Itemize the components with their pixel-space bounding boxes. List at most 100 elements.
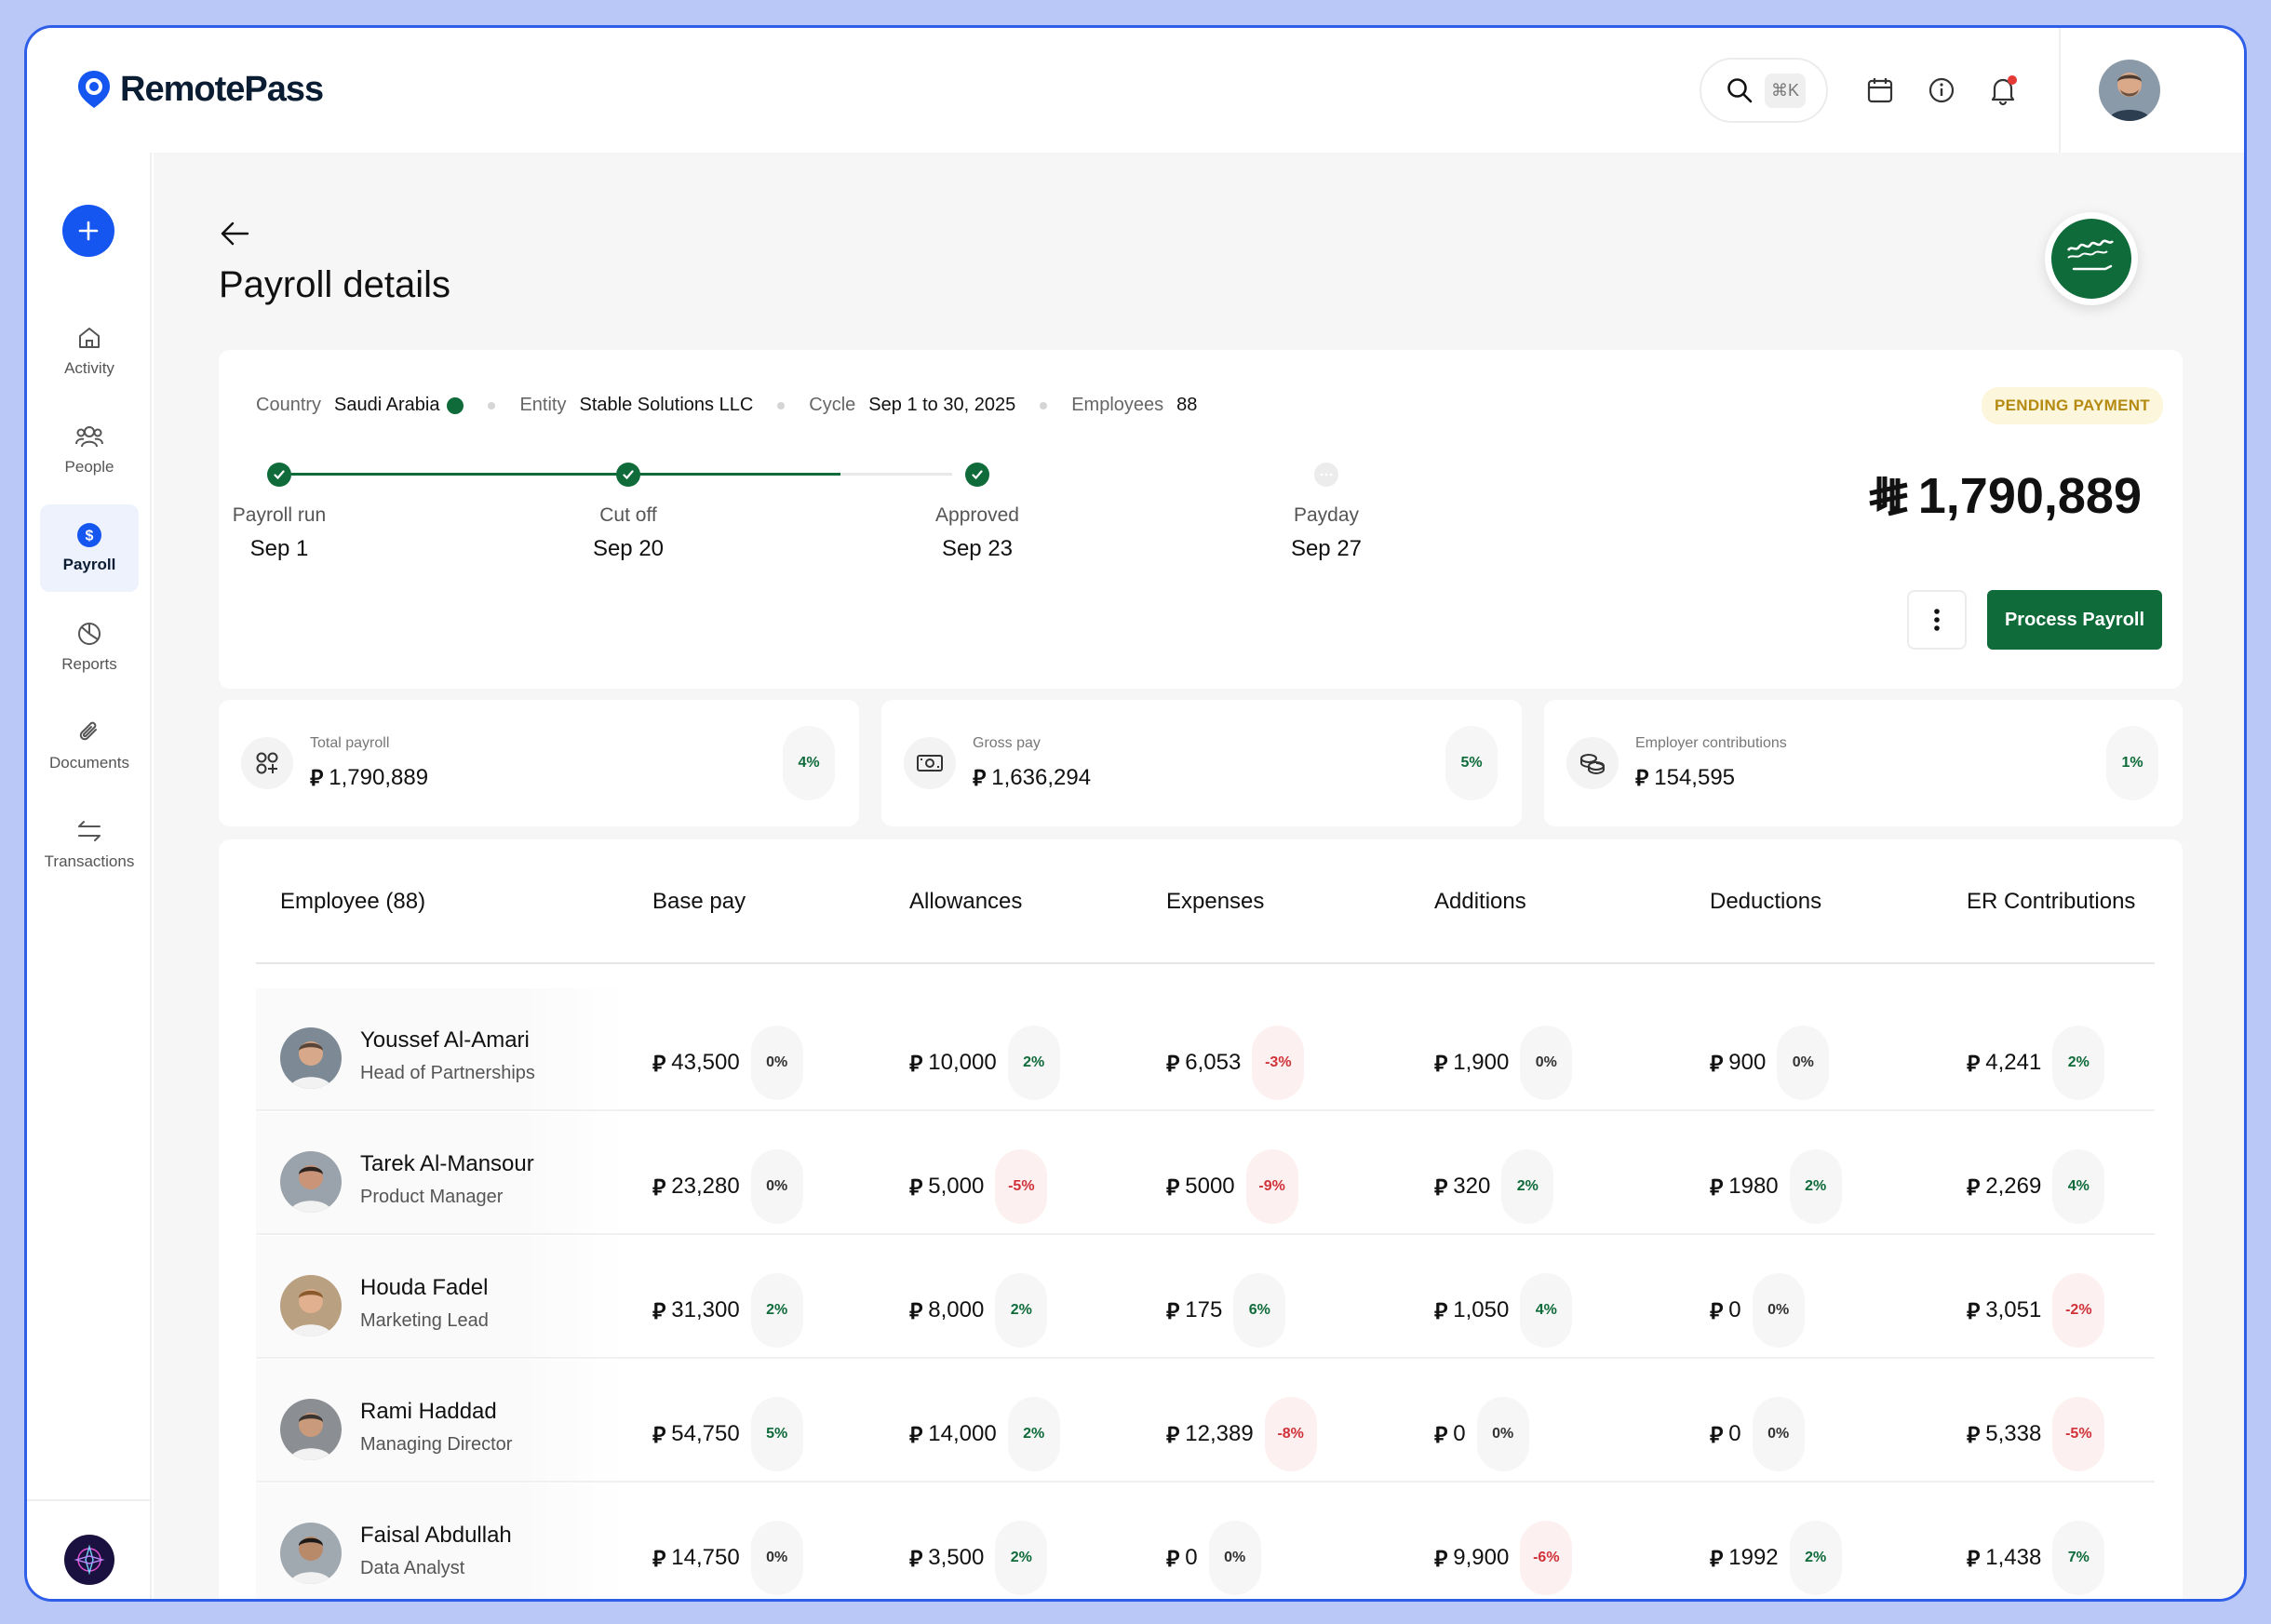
user-avatar-image	[2099, 60, 2160, 121]
cell-amount: ⃁ 8,000	[909, 1296, 984, 1325]
step-date: Sep 20	[592, 536, 665, 561]
column-header-employee[interactable]: Employee (88)	[280, 839, 425, 964]
cell-amount-value: 4,241	[1985, 1050, 2042, 1075]
cell-amount-value: 5,338	[1985, 1421, 2042, 1446]
sidebar-item-transactions[interactable]: Transactions	[40, 800, 139, 888]
riyal-symbol-icon: ⃁	[1710, 1051, 1724, 1077]
column-header-allowances[interactable]: Allowances	[909, 839, 1022, 964]
table-cell: ⃁ 1,900 0%	[1434, 1026, 1573, 1100]
riyal-symbol-icon: ⃁	[1710, 1298, 1724, 1324]
column-header-base-pay[interactable]: Base pay	[652, 839, 746, 964]
table-cell: ⃁ 43,500 0%	[652, 1026, 803, 1100]
column-header-deductions[interactable]: Deductions	[1710, 839, 1821, 964]
change-badge: 2%	[2052, 1026, 2105, 1100]
mini-flag-icon	[447, 396, 464, 414]
table-row[interactable]: Faisal Abdullah Data Analyst ⃁ 14,750 0% ⃁ 3,5…	[256, 1483, 2155, 1599]
column-header-er-contributions[interactable]: ER Contributions	[1967, 839, 2135, 964]
change-badge: 0%	[1476, 1397, 1529, 1471]
app-window: RemotePass ⌘K Activity People $ Payroll …	[24, 25, 2247, 1602]
riyal-symbol-icon: ⃁	[1434, 1546, 1448, 1572]
check-icon	[623, 470, 634, 480]
change-badge: -6%	[1520, 1521, 1573, 1595]
transfer-icon	[78, 821, 101, 841]
employee-role: Product Manager	[360, 1187, 504, 1207]
sidebar-item-people[interactable]: People	[40, 406, 139, 493]
employees-label: Employees	[1071, 395, 1164, 415]
riyal-symbol-icon: ⃁	[1967, 1546, 1981, 1572]
top-header: RemotePass ⌘K	[27, 28, 2244, 153]
workspace-avatar[interactable]	[64, 1535, 114, 1585]
sidebar-item-label: Transactions	[44, 852, 135, 870]
cell-amount-value: 6,053	[1185, 1050, 1242, 1075]
user-avatar[interactable]	[2099, 60, 2160, 121]
table-row[interactable]: Rami Haddad Managing Director ⃁ 54,750 5% ⃁ 14…	[256, 1360, 2155, 1483]
process-payroll-button[interactable]: Process Payroll	[1987, 590, 2162, 650]
cash-icon	[904, 737, 956, 789]
back-button[interactable]	[219, 220, 250, 252]
step-label: Payday	[1293, 504, 1360, 526]
notifications-button[interactable]	[1987, 74, 2019, 106]
step-node-done	[267, 463, 291, 487]
calendar-button[interactable]	[1864, 74, 1896, 106]
step-node-done	[616, 463, 640, 487]
cell-amount: ⃁ 0	[1166, 1544, 1198, 1573]
change-badge: 2%	[995, 1521, 1048, 1595]
search-button[interactable]: ⌘K	[1700, 58, 1828, 123]
table-cell: ⃁ 5000 -9%	[1166, 1149, 1298, 1224]
stat-change-badge: 1%	[2106, 726, 2158, 800]
table-cell: ⃁ 14,000 2%	[909, 1397, 1060, 1471]
table-cell: ⃁ 9,900 -6%	[1434, 1521, 1573, 1595]
cycle-label: Cycle	[809, 395, 856, 415]
cell-amount-value: 14,750	[671, 1545, 740, 1570]
stat-card-gross-pay: Gross pay ⃁ 1,636,294 5%	[881, 700, 1522, 826]
table-row[interactable]: Youssef Al-Amari Head of Partnerships ⃁ 43,…	[256, 988, 2155, 1111]
cell-amount: ⃁ 1,050	[1434, 1296, 1509, 1325]
cell-amount-value: 0	[1728, 1421, 1741, 1446]
brand-name: RemotePass	[120, 69, 324, 109]
change-badge: 2%	[1789, 1149, 1842, 1224]
cell-amount-value: 54,750	[671, 1421, 740, 1446]
change-badge: -2%	[2052, 1273, 2105, 1348]
riyal-symbol-icon: ⃁	[1166, 1174, 1180, 1201]
sidebar-item-reports[interactable]: Reports	[40, 603, 139, 691]
column-header-additions[interactable]: Additions	[1434, 839, 1526, 964]
logo[interactable]: RemotePass	[75, 69, 324, 110]
table-row[interactable]: Tarek Al-Mansour Product Manager ⃁ 23,280 0%…	[256, 1112, 2155, 1235]
sidebar-item-activity[interactable]: Activity	[40, 307, 139, 395]
riyal-symbol-icon: ⃁	[1967, 1298, 1981, 1324]
table-cell: ⃁ 320 2%	[1434, 1149, 1554, 1224]
employee-name[interactable]: Youssef Al-Amari	[360, 1027, 530, 1054]
table-row[interactable]: Houda Fadel Marketing Lead ⃁ 31,300 2% ⃁ 8,000…	[256, 1236, 2155, 1359]
ellipsis-icon	[1320, 473, 1333, 476]
cell-amount: ⃁ 0	[1710, 1420, 1741, 1449]
cell-amount-value: 320	[1453, 1174, 1491, 1199]
table-cell: ⃁ 0 0%	[1434, 1397, 1529, 1471]
employee-name[interactable]: Rami Haddad	[360, 1399, 497, 1425]
riyal-symbol-icon: ⃁	[652, 1298, 666, 1324]
employee-name[interactable]: Houda Fadel	[360, 1275, 488, 1301]
cell-amount-value: 0	[1728, 1297, 1741, 1322]
total-amount-value: 1,790,889	[1917, 468, 2142, 524]
sidebar-item-documents[interactable]: Documents	[40, 702, 139, 789]
table-cell: ⃁ 0 0%	[1710, 1273, 1805, 1348]
riyal-symbol-icon: ⃁	[652, 1051, 666, 1077]
sidebar: Activity People $ Payroll Reports Docume…	[27, 153, 152, 1599]
stat-value-text: 1,636,294	[991, 764, 1092, 790]
employee-name[interactable]: Faisal Abdullah	[360, 1523, 512, 1549]
table-cell: ⃁ 23,280 0%	[652, 1149, 803, 1224]
timeline-step: Payday Sep 27	[1233, 504, 1419, 562]
kebab-menu-icon	[1934, 609, 1940, 631]
sidebar-item-payroll[interactable]: $ Payroll	[40, 504, 139, 592]
riyal-symbol-icon: ⃁	[973, 766, 987, 791]
table-cell: ⃁ 10,000 2%	[909, 1026, 1060, 1100]
info-button[interactable]	[1926, 74, 1957, 106]
cell-amount-value: 1980	[1728, 1174, 1779, 1199]
column-header-expenses[interactable]: Expenses	[1166, 839, 1264, 964]
employee-name[interactable]: Tarek Al-Mansour	[360, 1151, 534, 1177]
table-cell: ⃁ 54,750 5%	[652, 1397, 803, 1471]
add-button[interactable]	[62, 205, 114, 257]
cell-amount-value: 12,389	[1185, 1421, 1254, 1446]
riyal-symbol-icon: ⃁	[1434, 1174, 1448, 1201]
more-options-button[interactable]	[1907, 590, 1967, 650]
cell-amount-value: 14,000	[928, 1421, 997, 1446]
